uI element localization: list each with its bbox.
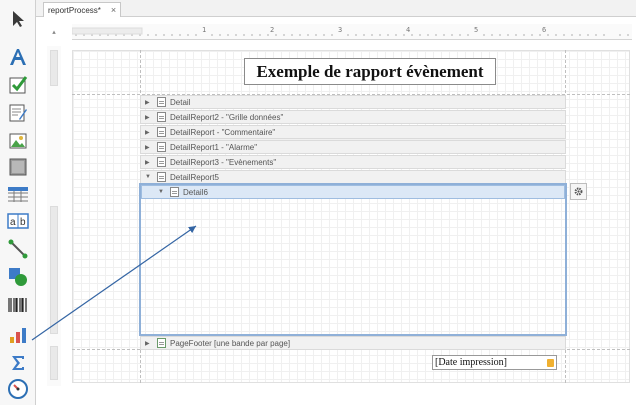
- expand-arrow-icon[interactable]: ▶: [145, 99, 155, 106]
- panel-icon[interactable]: [5, 154, 31, 180]
- ruler-segment: [50, 50, 58, 86]
- ruler-mark-3: 3: [338, 26, 343, 34]
- band-settings-button[interactable]: [570, 183, 587, 200]
- band-icon: [157, 97, 166, 107]
- svg-text:b: b: [20, 217, 26, 228]
- chart-icon[interactable]: [5, 322, 31, 348]
- band-icon: [157, 127, 166, 137]
- checkbox-icon[interactable]: [5, 72, 31, 98]
- band-detailreport5[interactable]: ▼ DetailReport5: [140, 170, 566, 184]
- ruler-mark-1: 1: [202, 26, 207, 34]
- barcode-icon[interactable]: [5, 292, 31, 318]
- lock-icon: [547, 359, 554, 367]
- ruler-mark-2: 2: [270, 26, 275, 34]
- band-detail6[interactable]: ▼ Detail6: [141, 185, 565, 199]
- expand-arrow-icon[interactable]: ▶: [145, 114, 155, 121]
- table-icon[interactable]: [5, 181, 31, 207]
- picture-icon[interactable]: [5, 128, 31, 154]
- ruler-segment: [50, 206, 58, 334]
- band-pagefooter[interactable]: ▶ PageFooter [une bande par page]: [140, 336, 566, 350]
- expand-arrow-icon[interactable]: ▶: [145, 144, 155, 151]
- band-detailreport[interactable]: ▶ DetailReport - "Commentaire": [140, 125, 566, 139]
- report-title[interactable]: Exemple de rapport évènement: [244, 58, 496, 85]
- expand-arrow-icon[interactable]: ▶: [145, 159, 155, 166]
- selected-band-area[interactable]: [139, 183, 567, 336]
- ruler-corner[interactable]: ▴: [48, 26, 60, 38]
- svg-text:a: a: [10, 217, 16, 228]
- expand-arrow-icon[interactable]: ▶: [145, 340, 155, 347]
- close-tab-icon[interactable]: ×: [111, 5, 116, 15]
- ruler-mark-5: 5: [474, 26, 479, 34]
- pointer-icon[interactable]: [5, 6, 31, 32]
- vertical-ruler: [47, 46, 61, 386]
- collapse-arrow-icon[interactable]: ▼: [158, 189, 168, 195]
- band-icon: [157, 112, 166, 122]
- band-detailreport3[interactable]: ▶ DetailReport3 - "Evènements": [140, 155, 566, 169]
- band-detail[interactable]: ▶ Detail: [140, 95, 566, 109]
- ruler-mark-6: 6: [542, 26, 547, 34]
- ruler-mark-4: 4: [406, 26, 411, 34]
- band-label: Detail: [170, 97, 191, 107]
- gear-icon: [574, 187, 583, 196]
- date-field[interactable]: [Date impression]: [432, 355, 557, 370]
- band-label: DetailReport5: [170, 172, 219, 182]
- band-label: Detail6: [183, 187, 208, 197]
- label-icon[interactable]: [5, 44, 31, 70]
- toolbox: ab: [0, 0, 36, 405]
- band-detailreport2[interactable]: ▶ DetailReport2 - "Grille données": [140, 110, 566, 124]
- character-comb-icon[interactable]: ab: [5, 208, 31, 234]
- band-detailreport1[interactable]: ▶ DetailReport1 - "Alarme": [140, 140, 566, 154]
- band-label: DetailReport1 - "Alarme": [170, 142, 258, 152]
- band-icon: [157, 338, 166, 348]
- date-field-label: [Date impression]: [435, 357, 507, 368]
- richtext-icon[interactable]: [5, 100, 31, 126]
- summary-icon[interactable]: [5, 350, 31, 376]
- collapse-arrow-icon[interactable]: ▼: [145, 174, 155, 180]
- document-tabstrip: reportProcess* ×: [36, 0, 636, 17]
- shape-icon[interactable]: [5, 264, 31, 290]
- band-label: PageFooter [une bande par page]: [170, 338, 291, 348]
- ruler-segment: [50, 346, 58, 380]
- horizontal-ruler: 1 2 3 4 5 6: [72, 24, 632, 40]
- tab-reportprocess[interactable]: reportProcess* ×: [43, 2, 122, 17]
- band-icon: [157, 157, 166, 167]
- band-icon: [157, 142, 166, 152]
- tab-label: reportProcess*: [48, 5, 101, 15]
- band-icon: [170, 187, 179, 197]
- line-icon[interactable]: [5, 236, 31, 262]
- band-label: DetailReport2 - "Grille données": [170, 112, 284, 122]
- band-label: DetailReport3 - "Evènements": [170, 157, 277, 167]
- expand-arrow-icon[interactable]: ▶: [145, 129, 155, 136]
- band-icon: [157, 172, 166, 182]
- band-label: DetailReport - "Commentaire": [170, 127, 276, 137]
- gauge-icon[interactable]: [5, 376, 31, 402]
